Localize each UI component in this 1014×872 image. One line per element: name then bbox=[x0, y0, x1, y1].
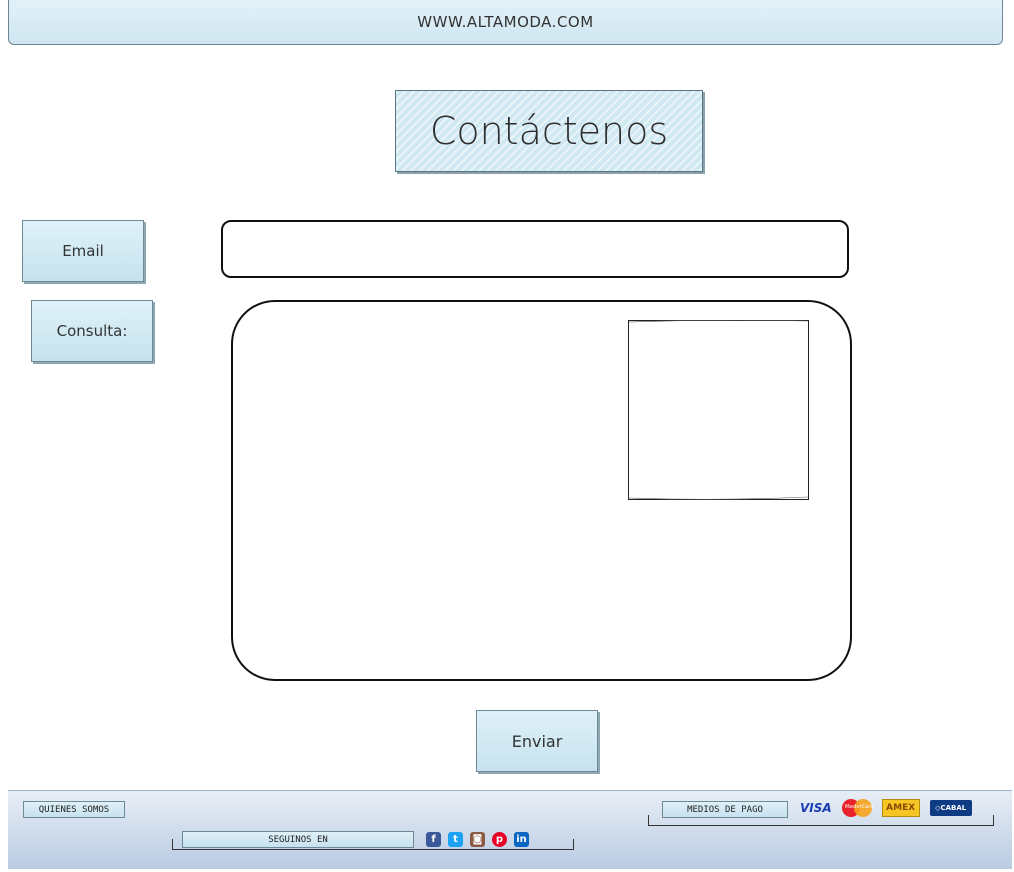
seguinos-group: SEGUINOS EN f t ◙ p in bbox=[172, 831, 574, 853]
send-button-label: Enviar bbox=[511, 731, 563, 751]
linkedin-icon[interactable]: in bbox=[514, 832, 529, 847]
visa-logo: VISA bbox=[800, 801, 832, 815]
seguinos-button[interactable]: SEGUINOS EN bbox=[182, 831, 414, 848]
medios-group: MEDIOS DE PAGO VISA MasterCard AMEX ◇CAB… bbox=[648, 799, 994, 827]
cabal-logo: ◇CABAL bbox=[929, 800, 972, 816]
page-title-text: Contáctenos bbox=[429, 109, 669, 153]
twitter-icon[interactable]: t bbox=[448, 832, 463, 847]
consulta-label: Consulta: bbox=[31, 300, 153, 362]
send-button[interactable]: Enviar bbox=[476, 710, 598, 772]
amex-logo: AMEX bbox=[881, 799, 920, 817]
medios-de-pago-button[interactable]: MEDIOS DE PAGO bbox=[662, 801, 788, 818]
url-bar: WWW.ALTAMODA.COM bbox=[8, 0, 1003, 45]
image-placeholder bbox=[628, 320, 809, 500]
page-title: Contáctenos bbox=[395, 90, 703, 172]
email-label-text: Email bbox=[62, 242, 104, 260]
email-field[interactable] bbox=[221, 220, 849, 278]
social-icons: f t ◙ p in bbox=[426, 832, 529, 847]
sketch-border-icon bbox=[628, 320, 809, 500]
pinterest-icon[interactable]: p bbox=[492, 832, 507, 847]
quienes-somos-label: QUIENES SOMOS bbox=[38, 804, 110, 815]
footer: QUIENES SOMOS SEGUINOS EN f t ◙ p in MED… bbox=[8, 790, 1012, 869]
instagram-icon[interactable]: ◙ bbox=[470, 832, 485, 847]
payment-logos: VISA MasterCard AMEX ◇CABAL bbox=[800, 799, 972, 817]
medios-de-pago-label: MEDIOS DE PAGO bbox=[687, 804, 763, 815]
consulta-label-text: Consulta: bbox=[56, 322, 128, 340]
mastercard-logo: MasterCard bbox=[841, 799, 874, 817]
facebook-icon[interactable]: f bbox=[426, 832, 441, 847]
site-url: WWW.ALTAMODA.COM bbox=[417, 13, 594, 31]
email-label: Email bbox=[22, 220, 144, 282]
seguinos-label: SEGUINOS EN bbox=[268, 834, 328, 845]
quienes-somos-button[interactable]: QUIENES SOMOS bbox=[23, 801, 125, 818]
